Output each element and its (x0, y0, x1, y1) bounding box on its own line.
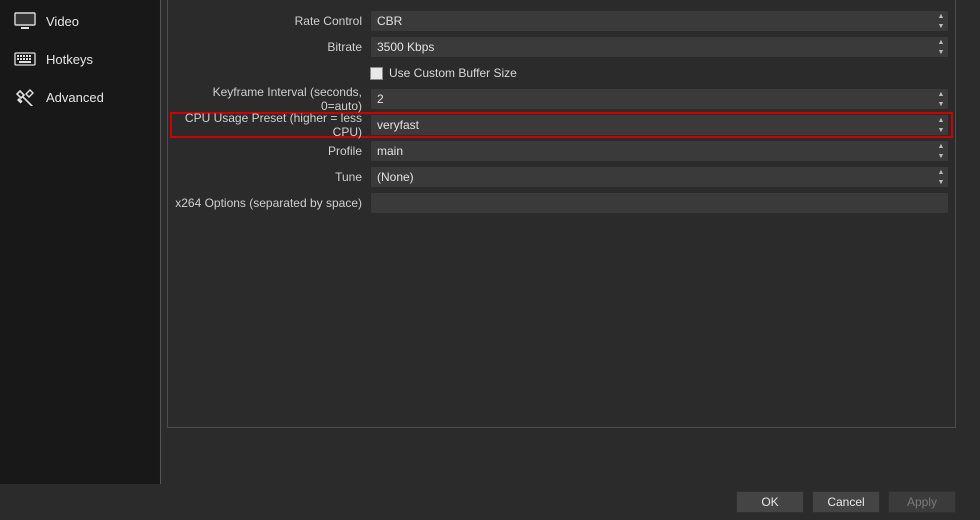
chevron-down-icon[interactable]: ▼ (934, 151, 948, 161)
sidebar-item-label: Hotkeys (46, 52, 93, 67)
chevron-down-icon[interactable]: ▼ (934, 99, 948, 109)
row-bitrate: Bitrate 3500 Kbps ▲ ▼ (174, 34, 949, 60)
custom-buffer-checkbox[interactable] (370, 67, 383, 80)
chevron-down-icon[interactable]: ▼ (934, 47, 948, 57)
wrench-icon (14, 88, 36, 106)
cancel-button[interactable]: Cancel (812, 491, 880, 513)
row-tune: Tune (None) ▲ ▼ (174, 164, 949, 190)
rate-control-select[interactable]: CBR ▲ ▼ (370, 10, 949, 32)
row-custom-buffer: Use Custom Buffer Size (174, 60, 949, 86)
chevron-down-icon[interactable]: ▼ (934, 21, 948, 31)
keyboard-icon (14, 50, 36, 68)
apply-button: Apply (888, 491, 956, 513)
profile-select[interactable]: main ▲ ▼ (370, 140, 949, 162)
output-settings-panel: Rate Control CBR ▲ ▼ Bi (167, 0, 956, 428)
custom-buffer-label: Use Custom Buffer Size (389, 66, 517, 80)
settings-content: Rate Control CBR ▲ ▼ Bi (160, 0, 980, 484)
row-x264-options: x264 Options (separated by space) (174, 190, 949, 216)
dialog-footer: OK Cancel Apply (0, 484, 980, 520)
cpu-preset-select[interactable]: veryfast ▲ ▼ (370, 114, 949, 136)
rate-control-value: CBR (371, 14, 402, 28)
chevron-down-icon[interactable]: ▼ (934, 177, 948, 187)
chevron-up-icon[interactable]: ▲ (934, 167, 948, 177)
cpu-preset-value: veryfast (371, 118, 419, 132)
sidebar-item-hotkeys[interactable]: Hotkeys (0, 40, 159, 78)
label-rate-control: Rate Control (174, 14, 370, 28)
label-bitrate: Bitrate (174, 40, 370, 54)
monitor-icon (14, 12, 36, 30)
label-profile: Profile (174, 144, 370, 158)
chevron-up-icon[interactable]: ▲ (934, 115, 948, 125)
sidebar-item-advanced[interactable]: Advanced (0, 78, 159, 116)
chevron-down-icon[interactable]: ▼ (934, 125, 948, 135)
sidebar-item-video[interactable]: Video (0, 2, 159, 40)
bitrate-input[interactable]: 3500 Kbps ▲ ▼ (370, 36, 949, 58)
ok-button[interactable]: OK (736, 491, 804, 513)
row-cpu-preset: CPU Usage Preset (higher = less CPU) ver… (170, 112, 953, 138)
settings-sidebar: Video Hotkeys (0, 0, 160, 484)
chevron-up-icon[interactable]: ▲ (934, 89, 948, 99)
tune-select[interactable]: (None) ▲ ▼ (370, 166, 949, 188)
chevron-up-icon[interactable]: ▲ (934, 141, 948, 151)
sidebar-item-label: Advanced (46, 90, 104, 105)
label-tune: Tune (174, 170, 370, 184)
chevron-up-icon[interactable]: ▲ (934, 11, 948, 21)
row-keyframe-interval: Keyframe Interval (seconds, 0=auto) 2 ▲ … (174, 86, 949, 112)
label-x264-options: x264 Options (separated by space) (174, 196, 370, 210)
row-profile: Profile main ▲ ▼ (174, 138, 949, 164)
keyframe-interval-input[interactable]: 2 ▲ ▼ (370, 88, 949, 110)
profile-value: main (371, 144, 403, 158)
row-rate-control: Rate Control CBR ▲ ▼ (174, 8, 949, 34)
label-cpu-preset: CPU Usage Preset (higher = less CPU) (174, 111, 370, 139)
tune-value: (None) (371, 170, 414, 184)
keyframe-interval-value: 2 (371, 92, 384, 106)
sidebar-item-label: Video (46, 14, 79, 29)
bitrate-value: 3500 Kbps (371, 40, 434, 54)
label-keyframe-interval: Keyframe Interval (seconds, 0=auto) (174, 85, 370, 113)
chevron-up-icon[interactable]: ▲ (934, 37, 948, 47)
x264-options-input[interactable] (370, 192, 949, 214)
